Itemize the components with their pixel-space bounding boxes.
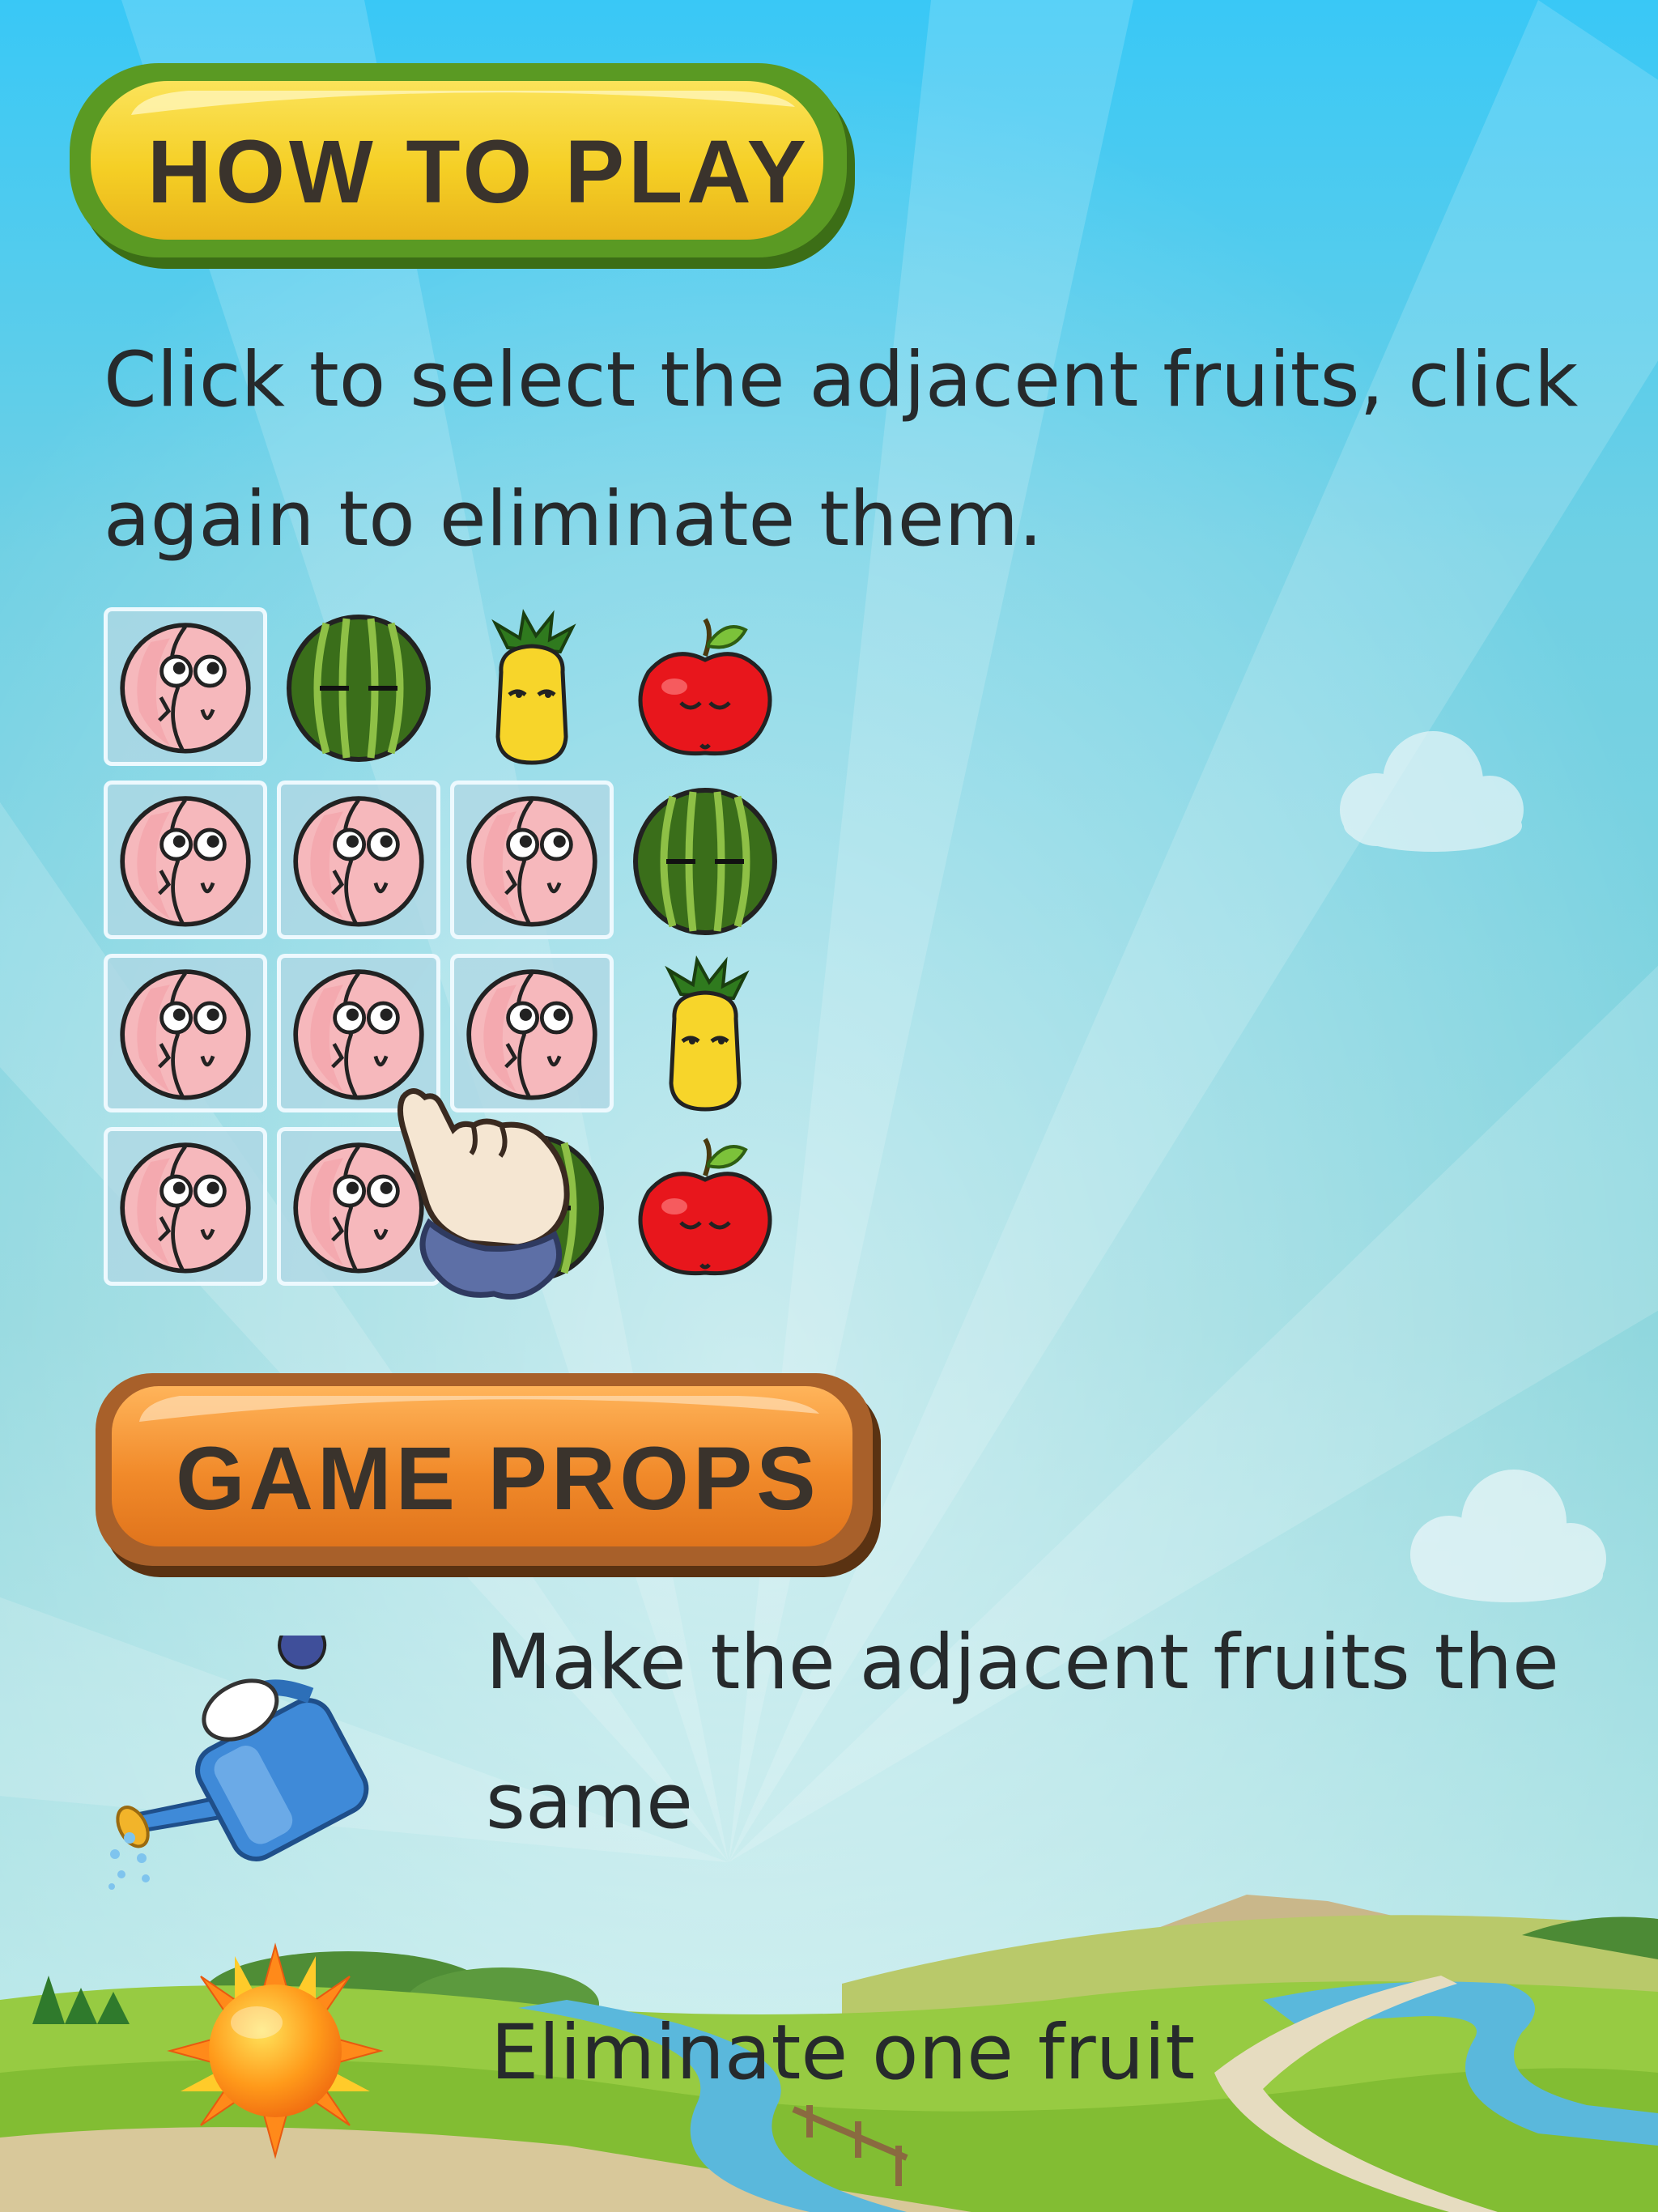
pointing-hand-icon bbox=[397, 1088, 570, 1300]
peach-icon bbox=[120, 969, 251, 1100]
pineapple-icon bbox=[665, 955, 750, 1112]
fruit-cell-peach[interactable] bbox=[104, 954, 267, 1112]
fruit-cell-peach[interactable] bbox=[450, 781, 614, 939]
fruit-cell-pineapple[interactable] bbox=[623, 954, 787, 1112]
fruit-cell-peach[interactable] bbox=[104, 1127, 267, 1286]
apple-icon bbox=[638, 618, 772, 756]
fruit-cell-apple[interactable] bbox=[623, 1127, 787, 1286]
watering-can-icon bbox=[108, 1636, 369, 1890]
sun-description: Eliminate one fruit bbox=[491, 2009, 1196, 2097]
fruit-cell-peach[interactable] bbox=[104, 607, 267, 766]
peach-icon bbox=[466, 796, 597, 927]
game-props-banner: GAME PROPS bbox=[91, 1365, 892, 1592]
how-to-play-title: HOW TO PLAY bbox=[147, 121, 810, 222]
how-to-play-instruction: Click to select the adjacent fruits, cli… bbox=[104, 336, 1579, 564]
game-props-title: GAME PROPS bbox=[176, 1428, 820, 1529]
fruit-cell-peach[interactable] bbox=[104, 781, 267, 939]
how-to-play-banner: HOW TO PLAY bbox=[66, 58, 868, 285]
apple-icon bbox=[638, 1138, 772, 1276]
peach-icon bbox=[120, 796, 251, 927]
fruit-cell-watermelon[interactable] bbox=[277, 607, 440, 766]
peach-icon bbox=[120, 1142, 251, 1274]
fruit-cell-pineapple[interactable] bbox=[450, 607, 614, 766]
fruit-cell-watermelon[interactable] bbox=[623, 781, 787, 939]
peach-icon bbox=[293, 796, 424, 927]
fruit-cell-apple[interactable] bbox=[623, 607, 787, 766]
watermelon-icon bbox=[633, 788, 777, 935]
fruit-cell-peach[interactable] bbox=[277, 781, 440, 939]
sun-icon bbox=[167, 1942, 384, 2159]
pineapple-icon bbox=[491, 609, 576, 765]
watermelon-icon bbox=[287, 615, 431, 762]
peach-icon bbox=[120, 623, 251, 754]
watering-can-description: Make the adjacent fruits the same bbox=[486, 1619, 1559, 1846]
